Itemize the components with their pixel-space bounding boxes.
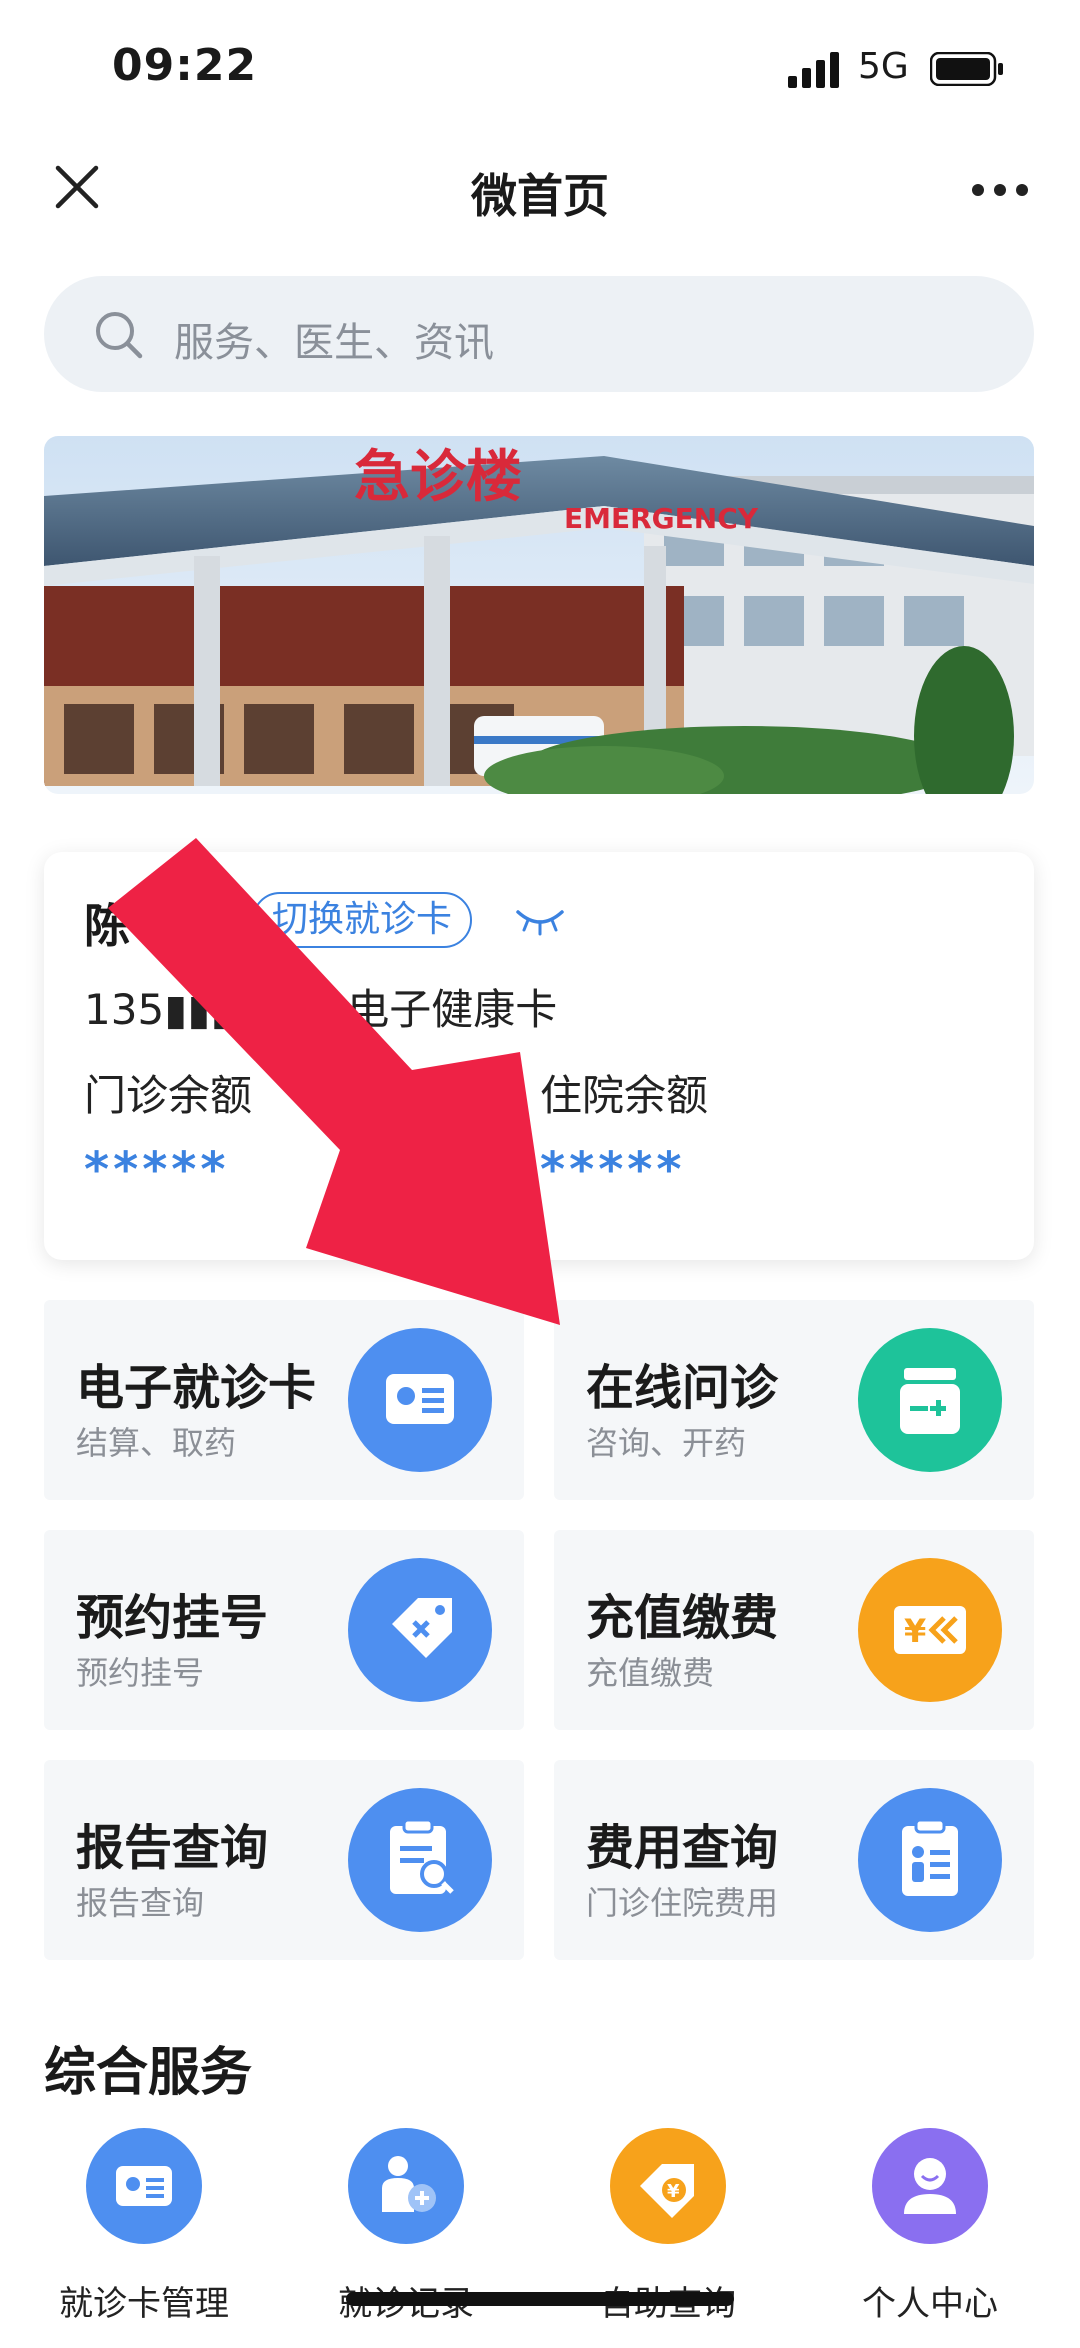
tile-title: 电子就诊卡 [76,1360,317,1416]
tile-subtitle: 充值缴费 [586,1654,715,1692]
patient-name: 陈 [84,899,130,953]
search-icon [96,312,143,359]
svg-text:¥: ¥ [904,1612,926,1650]
id-card-icon [348,1328,492,1472]
status-time: 09:22 [112,40,258,91]
id-card-icon [86,2128,202,2244]
tile-recharge[interactable]: 充值缴费 充值缴费 ¥ [554,1530,1034,1730]
tile-subtitle: 报告查询 [76,1884,205,1922]
outpatient-balance-label: 门诊余额 [84,1071,253,1120]
outpatient-balance-value[interactable]: ***** [84,1142,230,1198]
tile-appointment[interactable]: 预约挂号 预约挂号 [44,1530,524,1730]
tile-electronic-card[interactable]: 电子就诊卡 结算、取药 [44,1300,524,1500]
tag-icon [348,1558,492,1702]
hospital-banner[interactable]: 急诊楼 EMERGENCY [44,436,1034,794]
sign-en: EMERGENCY [564,502,759,535]
yuan-card-icon: ¥ [858,1558,1002,1702]
quick-personal-center[interactable]: 个人中心 [820,2128,1040,2348]
tile-report-query[interactable]: 报告查询 报告查询 [44,1760,524,1960]
tile-subtitle: 咨询、开药 [586,1424,747,1462]
emergency-building-image: 急诊楼 EMERGENCY [44,436,1034,794]
tile-title: 费用查询 [586,1820,779,1876]
page-title: 微首页 [471,169,609,223]
tile-title: 报告查询 [76,1820,269,1876]
search-placeholder: 服务、医生、资讯 [174,320,494,366]
patient-card[interactable]: 陈 切换就诊卡 135▮▮▮▮▮0 | 电子健康卡 门诊余额 住院余额 ****… [44,852,1034,1260]
signal-icon [788,52,839,88]
user-record-icon [348,2128,464,2244]
eye-closed-icon[interactable] [514,902,566,936]
search-bar[interactable]: 服务、医生、资讯 [44,276,1034,392]
tile-online-consult[interactable]: 在线问诊 咨询、开药 [554,1300,1034,1500]
svg-text:¥: ¥ [667,2181,680,2202]
tile-title: 在线问诊 [586,1360,779,1416]
tile-subtitle: 结算、取药 [76,1424,237,1462]
switch-card-button[interactable]: 切换就诊卡 [252,892,473,948]
tile-fee-query[interactable]: 费用查询 门诊住院费用 [554,1760,1034,1960]
quick-self-query[interactable]: ¥ 自助查询 [558,2128,778,2348]
clipboard-icon [858,1788,1002,1932]
quick-visit-records[interactable]: 就诊记录 [296,2128,516,2348]
section-title: 综合服务 [44,2043,253,2103]
medicine-bottle-icon [858,1328,1002,1472]
quick-card-management[interactable]: 就诊卡管理 [34,2128,254,2348]
more-icon[interactable] [970,180,1030,200]
tile-title: 预约挂号 [76,1590,269,1646]
report-search-icon [348,1788,492,1932]
user-icon [872,2128,988,2244]
network-type: 5G [858,46,909,87]
inpatient-balance-value[interactable]: ***** [540,1142,686,1198]
quick-label: 就诊卡管理 [59,2284,229,2324]
yuan-tag-icon: ¥ [610,2128,726,2244]
tile-subtitle: 预约挂号 [76,1654,205,1692]
tile-title: 充值缴费 [586,1590,779,1646]
battery-icon [930,52,1003,86]
inpatient-balance-label: 住院余额 [540,1071,709,1120]
sign-text: 急诊楼 [354,445,522,510]
home-indicator[interactable] [346,2292,734,2306]
quick-label: 个人中心 [862,2284,998,2324]
tile-subtitle: 门诊住院费用 [586,1884,779,1922]
card-number-line: 135▮▮▮▮▮0 | 电子健康卡 [84,985,558,1034]
